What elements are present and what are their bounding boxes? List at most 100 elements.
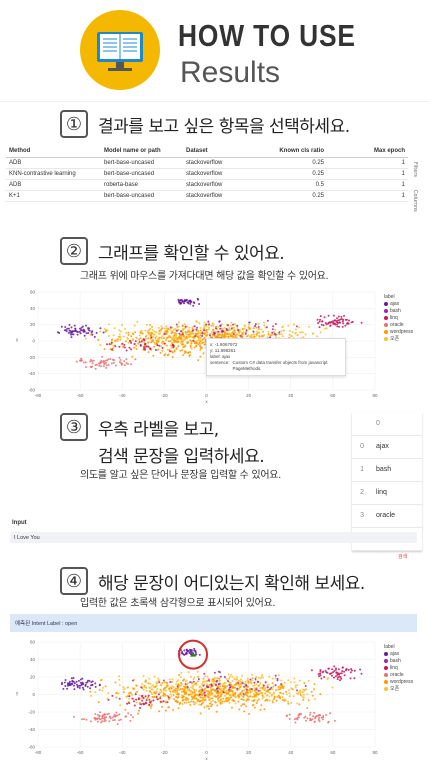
title-how-to-use: HOW TO USE [178, 18, 356, 53]
legend-item[interactable]: ajax [384, 651, 413, 658]
y-tick-label: 40 [30, 306, 36, 311]
step-text: 해당 문장이 어디있는지 확인해 보세요. [98, 573, 365, 594]
y-tick-label: -40 [28, 371, 35, 376]
scatter-plot-2[interactable]: -80 -60 -40 -20 0 20 40 60 80 60 40 20 0 -20 -40 -60 x y … [10, 636, 425, 761]
table-row[interactable]: 0 ajax [352, 435, 422, 459]
table-header-row: Method Model name or path Dataset Known … [6, 146, 408, 158]
legend-item[interactable]: bash [384, 308, 413, 315]
search-hint[interactable]: 검색 [398, 553, 407, 560]
legend-item[interactable]: oracle [384, 322, 413, 329]
step-text: 결과를 보고 싶은 항목을 선택하세요. [98, 116, 350, 137]
table-row[interactable]: K+1 bert-base-uncased stackoverflow 0.25 1 [6, 190, 408, 202]
results-table-panel: Method Model name or path Dataset Known … [6, 146, 424, 222]
legend-item[interactable]: linq [384, 665, 413, 672]
x-axis-label: x [205, 399, 208, 404]
x-tick-label: 40 [288, 393, 294, 398]
cell: 0.5 [261, 179, 327, 191]
cell: bert-base-uncased [101, 157, 183, 169]
label-table[interactable]: 0 0ajax 1bash 2linq 3oracle 4wordpress [352, 412, 422, 551]
cell: 0.25 [261, 157, 327, 169]
table-row[interactable]: 3 oracle [352, 504, 422, 528]
x-tick-label: -80 [35, 393, 42, 398]
y-tick-label: -60 [28, 388, 35, 393]
step-2-heading: ② 그래프를 확인할 수 있어요. [60, 237, 285, 265]
legend-item[interactable]: oracle [384, 672, 413, 679]
legend-item[interactable]: ajax [384, 301, 413, 308]
x-tick-label: 80 [372, 393, 378, 398]
label-name: oracle [370, 504, 422, 528]
step-number: ② [60, 237, 88, 265]
tooltip-text-key: sentence: [210, 360, 230, 365]
tooltip-text: Custom C# data transfer objects from jav… [232, 360, 328, 371]
y-tick-label: 0 [32, 339, 35, 344]
x-axis-label: x [205, 756, 208, 761]
search-input[interactable]: I Love You [10, 532, 417, 543]
x-tick-label: -20 [161, 393, 168, 398]
cell: roberta-base [101, 179, 183, 191]
legend-item[interactable]: linq [384, 315, 413, 322]
row-index: 2 [352, 481, 370, 505]
step-text: 우측 라벨을 보고, [98, 419, 219, 440]
col-header-dataset[interactable]: Dataset [183, 146, 261, 158]
table-row[interactable]: ADB bert-base-uncased stackoverflow 0.25 1 [6, 157, 408, 169]
cell: 0.25 [261, 168, 327, 180]
label-name: ajax [370, 435, 422, 459]
y-tick-label: -20 [28, 355, 35, 360]
x-tick-label: 60 [330, 393, 336, 398]
row-index: 3 [352, 504, 370, 528]
step-2-subtext: 그래프 위에 마우스를 가져다대면 해당 값을 확인할 수 있어요. [80, 271, 329, 282]
cell: stackoverflow [183, 190, 261, 202]
table-row[interactable]: 2 linq [352, 481, 422, 505]
legend-item[interactable]: wordpress [384, 329, 413, 336]
row-index: 1 [352, 458, 370, 482]
x-tick-label: 60 [330, 750, 336, 755]
legend-item[interactable]: 오픈 [384, 336, 413, 343]
hover-tooltip: x: -1.8067972 y: 11.898261 label: ajax s… [206, 338, 346, 376]
table-row[interactable]: KNN-contrastive learning bert-base-uncase… [6, 168, 408, 180]
predicted-intent-bar: 예측된 Intent Label : open [10, 614, 417, 632]
y-tick-label: 20 [30, 675, 36, 680]
row-index: 0 [352, 435, 370, 459]
plot-grid: -80 -60 -40 -20 0 20 40 60 806040200-20-40-60xy [16, 640, 378, 762]
x-tick-label: -60 [77, 393, 84, 398]
table-row[interactable]: 1 bash [352, 458, 422, 482]
legend-item[interactable]: 오픈 [384, 686, 413, 693]
cell: 1 [327, 179, 408, 191]
book-monitor-logo-icon [80, 10, 160, 90]
table-row[interactable]: ADB roberta-base stackoverflow 0.5 1 [6, 179, 408, 191]
legend-item[interactable]: wordpress [384, 679, 413, 686]
scatter-plot-1[interactable]: -80 -60 -40 -20 0 20 40 60 80 60 40 20 0 -20 -40 -60 x y … [10, 286, 425, 404]
x-tick-label: -40 [119, 393, 126, 398]
y-tick-label: 20 [30, 322, 36, 327]
step-3-subtext: 의도를 알고 싶은 단어나 문장을 입력할 수 있어요. [80, 470, 282, 481]
results-table[interactable]: Method Model name or path Dataset Known … [6, 146, 408, 202]
label-table-panel: 0 0ajax 1bash 2linq 3oracle 4wordpress [352, 412, 422, 551]
cell: 1 [327, 190, 408, 202]
y-tick-label: -60 [28, 745, 35, 750]
x-tick-label: 20 [246, 393, 252, 398]
step-1-heading: ① 결과를 보고 싶은 항목을 선택하세요. [60, 110, 350, 138]
col-header-known-cls-ratio[interactable]: Known cls ratio [261, 146, 327, 158]
cell: 1 [327, 168, 408, 180]
scatter-plot-canvas[interactable]: -80 -60 -40 -20 0 20 40 60 806040200-20-40-60xy [10, 636, 380, 762]
cell: bert-base-uncased [101, 168, 183, 180]
cell: stackoverflow [183, 157, 261, 169]
x-tick-label: 0 [205, 393, 208, 398]
filters-side-tab[interactable]: Filters [412, 162, 418, 177]
label-name: linq [370, 481, 422, 505]
y-tick-label: 60 [30, 640, 36, 645]
col-header-max-epoch[interactable]: Max epoch [327, 146, 408, 158]
cell: KNN-contrastive learning [6, 168, 101, 180]
cell: bert-base-uncased [101, 190, 183, 202]
step-number: ③ [60, 413, 88, 441]
step-number: ④ [60, 567, 88, 595]
columns-side-tab[interactable]: Columns [412, 190, 418, 212]
legend-item[interactable]: bash [384, 658, 413, 665]
cell: ADB [6, 179, 101, 191]
x-tick-label: 0 [205, 750, 208, 755]
y-tick-label: -40 [28, 727, 35, 732]
y-tick-label: -20 [28, 710, 35, 715]
col-header-method[interactable]: Method [6, 146, 101, 158]
col-header-model[interactable]: Model name or path [101, 146, 183, 158]
x-tick-label: -40 [119, 750, 126, 755]
